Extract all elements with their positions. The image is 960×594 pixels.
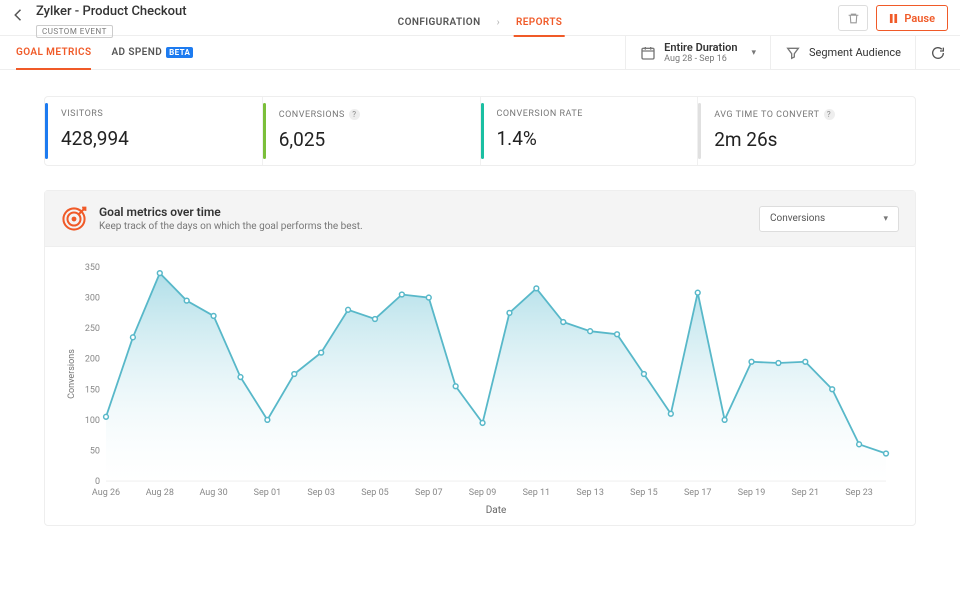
svg-text:Sep 05: Sep 05 <box>361 488 389 498</box>
svg-text:Conversions: Conversions <box>67 349 77 399</box>
svg-text:Sep 07: Sep 07 <box>415 488 443 498</box>
card-visitors: VISITORS 428,994 <box>45 97 262 165</box>
delete-button[interactable] <box>838 5 868 31</box>
subtab-ad-spend[interactable]: AD SPEND BETA <box>111 36 193 70</box>
beta-badge: BETA <box>166 47 193 58</box>
top-tabs: CONFIGURATION › REPORTS <box>396 4 565 40</box>
svg-text:Sep 15: Sep 15 <box>630 488 658 498</box>
pause-label: Pause <box>904 12 935 25</box>
duration-picker[interactable]: Entire Duration Aug 28 - Sep 16 ▾ <box>625 36 770 69</box>
pause-icon <box>889 14 898 23</box>
calendar-icon <box>640 45 656 61</box>
svg-text:300: 300 <box>85 294 100 304</box>
stat-cards: VISITORS 428,994 CONVERSIONS ? 6,025 CON… <box>44 96 916 166</box>
visitors-label: VISITORS <box>61 109 103 119</box>
refresh-button[interactable] <box>915 36 960 69</box>
filter-icon <box>785 45 801 61</box>
svg-text:Sep 21: Sep 21 <box>792 488 820 498</box>
tab-reports[interactable]: REPORTS <box>514 17 564 28</box>
svg-text:350: 350 <box>85 263 100 273</box>
svg-text:50: 50 <box>90 446 100 456</box>
pause-button[interactable]: Pause <box>876 5 948 31</box>
target-icon <box>61 206 87 232</box>
svg-text:0: 0 <box>95 477 100 487</box>
svg-text:150: 150 <box>85 385 100 395</box>
panel-title: Goal metrics over time <box>99 205 363 219</box>
chevron-right-icon: › <box>497 17 500 28</box>
time-label: AVG TIME TO CONVERT <box>714 110 819 120</box>
conversion-chart: 0 50 100 150 200 250 300 350 Aug 26 Aug 28 Aug 30 S… <box>57 257 903 517</box>
chevron-down-icon: ▾ <box>751 48 756 58</box>
trash-icon <box>847 12 860 25</box>
help-icon[interactable]: ? <box>349 109 360 120</box>
panel-subtitle: Keep track of the days on which the goal… <box>99 221 363 232</box>
card-conversions: CONVERSIONS ? 6,025 <box>262 97 480 165</box>
tab-configuration[interactable]: CONFIGURATION <box>396 17 483 28</box>
visitors-value: 428,994 <box>61 127 246 150</box>
svg-text:Date: Date <box>486 505 507 516</box>
svg-text:Sep 23: Sep 23 <box>845 488 873 498</box>
svg-text:100: 100 <box>85 416 100 426</box>
refresh-icon <box>930 45 946 61</box>
time-value: 2m 26s <box>714 128 899 151</box>
svg-text:Sep 17: Sep 17 <box>684 488 712 498</box>
svg-text:Sep 01: Sep 01 <box>254 488 282 498</box>
svg-text:Sep 09: Sep 09 <box>469 488 497 498</box>
subtab-ad-spend-label: AD SPEND <box>111 47 162 58</box>
conversions-label: CONVERSIONS <box>279 110 345 120</box>
svg-text:200: 200 <box>85 355 100 365</box>
svg-text:Sep 11: Sep 11 <box>523 488 551 498</box>
back-icon[interactable] <box>10 6 28 24</box>
segment-audience-button[interactable]: Segment Audience <box>770 36 915 69</box>
svg-text:Sep 03: Sep 03 <box>307 488 335 498</box>
conversions-value: 6,025 <box>279 128 464 151</box>
card-conversion-rate: CONVERSION RATE 1.4% <box>480 97 698 165</box>
duration-label: Entire Duration <box>664 41 737 54</box>
duration-range: Aug 28 - Sep 16 <box>664 54 737 64</box>
metric-selected: Conversions <box>770 213 825 224</box>
metric-select[interactable]: Conversions ▾ <box>759 206 899 232</box>
help-icon[interactable]: ? <box>824 109 835 120</box>
rate-label: CONVERSION RATE <box>497 109 583 119</box>
segment-label: Segment Audience <box>809 46 901 59</box>
chevron-down-icon: ▾ <box>883 214 888 224</box>
chart-panel: Goal metrics over time Keep track of the… <box>44 190 916 526</box>
svg-text:Sep 13: Sep 13 <box>576 488 604 498</box>
svg-text:Sep 19: Sep 19 <box>738 488 766 498</box>
svg-text:250: 250 <box>85 324 100 334</box>
svg-text:Aug 26: Aug 26 <box>92 488 120 498</box>
subtab-goal-metrics[interactable]: GOAL METRICS <box>16 36 91 70</box>
card-avg-time: AVG TIME TO CONVERT ? 2m 26s <box>697 97 915 165</box>
svg-text:Aug 30: Aug 30 <box>199 488 227 498</box>
page-title: Zylker - Product Checkout <box>36 4 187 19</box>
svg-text:Aug 28: Aug 28 <box>146 488 174 498</box>
rate-value: 1.4% <box>497 127 682 150</box>
